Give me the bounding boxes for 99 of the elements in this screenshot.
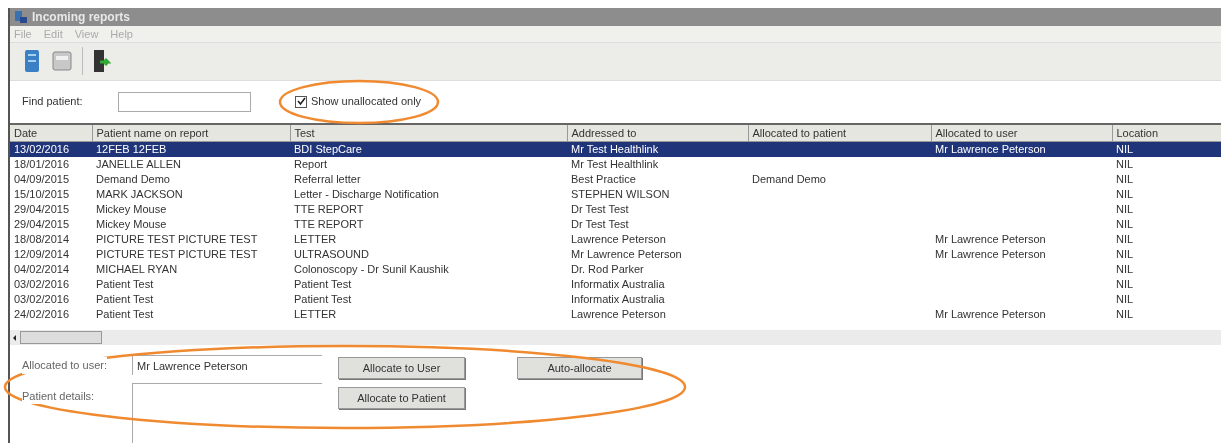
table-row[interactable]: 03/02/2016 Patient Test Patient Test Informatix Australia NIL (10, 277, 1221, 293)
table-cell: Dr. Rod Parker (571, 263, 644, 276)
table-cell: Mr Lawrence Peterson (935, 233, 1046, 246)
column-header[interactable]: Addressed to (567, 124, 748, 142)
table-cell: NIL (1116, 263, 1134, 276)
server-icon[interactable] (22, 48, 42, 75)
table-row[interactable]: 03/02/2016 Patient Test Patient Test Informatix Australia NIL (10, 292, 1221, 308)
table-cell: LETTER (294, 233, 337, 246)
table-cell: PICTURE TEST PICTURE TEST (96, 248, 258, 261)
table-cell: 13/02/2016 (14, 143, 70, 156)
table-row[interactable]: 29/04/2015 Mickey Mouse TTE REPORT Dr Test Test NIL (10, 202, 1221, 218)
table-cell: Letter - Discharge Notification (294, 188, 439, 201)
table-cell: Dr Test Test (571, 218, 629, 231)
table-row[interactable]: 29/04/2015 Mickey Mouse TTE REPORT Dr Test Test NIL (10, 217, 1221, 233)
column-header[interactable]: Test (290, 124, 567, 142)
table-cell: Colonoscopy - Dr Sunil Kaushik (294, 263, 449, 276)
table-cell: 04/02/2014 (14, 263, 70, 276)
table-row[interactable]: 18/01/2016 JANELLE ALLEN Report Mr Test Healthlink NIL (10, 157, 1221, 173)
table-cell: Patient Test (96, 308, 154, 321)
scrollbar-thumb[interactable] (20, 331, 102, 345)
table-cell: 12FEB 12FEB (96, 143, 167, 156)
column-header[interactable]: Allocated to patient (748, 124, 931, 142)
table-cell: NIL (1116, 293, 1134, 306)
table-cell: Report (294, 158, 328, 171)
table-cell: 03/02/2016 (14, 293, 70, 306)
table-cell: Informatix Australia (571, 293, 665, 306)
find-patient-label: Find patient: (22, 94, 84, 110)
table-cell: NIL (1116, 218, 1134, 231)
table-cell: NIL (1116, 158, 1134, 171)
table-cell: Lawrence Peterson (571, 233, 666, 246)
column-header[interactable]: Patient name on report (92, 124, 290, 142)
exit-door-icon[interactable] (91, 48, 111, 75)
table-cell: MICHAEL RYAN (96, 263, 178, 276)
table-cell: Referral letter (294, 173, 361, 186)
allocated-user-field[interactable]: Mr Lawrence Peterson (132, 355, 322, 375)
table-cell: BDI StepCare (294, 143, 362, 156)
table-cell: 24/02/2016 (14, 308, 70, 321)
auto-allocate-button[interactable]: Auto-allocate (517, 357, 642, 379)
allocate-to-user-button[interactable]: Allocate to User (338, 357, 465, 379)
table-cell: JANELLE ALLEN (96, 158, 181, 171)
table-cell: 03/02/2016 (14, 278, 70, 291)
table-cell: Dr Test Test (571, 203, 629, 216)
table-cell: Best Practice (571, 173, 636, 186)
column-header[interactable]: Location (1112, 124, 1221, 142)
table-cell: 18/08/2014 (14, 233, 70, 246)
table-cell: NIL (1116, 248, 1134, 261)
table-cell: 12/09/2014 (14, 248, 70, 261)
table-row[interactable]: 18/08/2014 PICTURE TEST PICTURE TEST LETTER Lawrence Peterson Mr Lawrence Peterson NIL (10, 232, 1221, 248)
table-cell: NIL (1116, 188, 1134, 201)
table-cell: Patient Test (294, 293, 352, 306)
patient-details-field[interactable] (132, 383, 322, 443)
checkbox-label: Show unallocated only (311, 94, 422, 110)
table-cell: Mr Lawrence Peterson (935, 143, 1046, 156)
table-cell: Patient Test (96, 293, 154, 306)
table-cell: LETTER (294, 308, 337, 321)
table-cell: NIL (1116, 308, 1134, 321)
table-cell: TTE REPORT (294, 203, 364, 216)
table-cell: 18/01/2016 (14, 158, 70, 171)
window-title: Incoming reports (32, 9, 130, 26)
allocated-to-user-label: Allocated to user: (22, 357, 107, 374)
table-row[interactable]: 24/02/2016 Patient Test LETTER Lawrence Peterson Mr Lawrence Peterson NIL (10, 307, 1221, 323)
table-cell: NIL (1116, 173, 1134, 186)
table-cell: ULTRASOUND (294, 248, 369, 261)
allocate-to-patient-button[interactable]: Allocate to Patient (338, 387, 465, 409)
checkbox[interactable] (295, 95, 307, 108)
column-header[interactable]: Allocated to user (931, 124, 1112, 142)
table-cell: Mr Lawrence Peterson (571, 248, 682, 261)
app-icon (14, 10, 28, 24)
table-cell: Mr Test Healthlink (571, 158, 659, 171)
table-cell: 15/10/2015 (14, 188, 70, 201)
table-cell: Mr Lawrence Peterson (935, 308, 1046, 321)
table-row[interactable]: 12/09/2014 PICTURE TEST PICTURE TEST ULTRASOUND Mr Lawrence Peterson Mr Lawrence Peterson NIL (10, 247, 1221, 263)
table-row[interactable]: 04/02/2014 MICHAEL RYAN Colonoscopy - Dr Sunil Kaushik Dr. Rod Parker NIL (10, 262, 1221, 278)
table-row[interactable]: 15/10/2015 MARK JACKSON Letter - Discharge Notification STEPHEN WILSON NIL (10, 187, 1221, 203)
table-cell: NIL (1116, 278, 1134, 291)
horizontal-scrollbar[interactable] (10, 330, 1221, 345)
table-cell: PICTURE TEST PICTURE TEST (96, 233, 258, 246)
table-cell: NIL (1116, 233, 1134, 246)
table-cell: Mickey Mouse (96, 203, 167, 216)
table-cell: NIL (1116, 143, 1134, 156)
table-cell: 29/04/2015 (14, 203, 70, 216)
table-cell: MARK JACKSON (96, 188, 183, 201)
table-cell: Mickey Mouse (96, 218, 167, 231)
table-cell: Demand Demo (96, 173, 170, 186)
table-cell: Patient Test (294, 278, 352, 291)
table-cell: Patient Test (96, 278, 154, 291)
table-cell: Mr Test Healthlink (571, 143, 659, 156)
table-row[interactable]: 04/09/2015 Demand Demo Referral letter Best Practice Demand Demo NIL (10, 172, 1221, 188)
table-cell: 29/04/2015 (14, 218, 70, 231)
table-cell: Lawrence Peterson (571, 308, 666, 321)
table-cell: TTE REPORT (294, 218, 364, 231)
table-cell: 04/09/2015 (14, 173, 70, 186)
table-cell: STEPHEN WILSON (571, 188, 670, 201)
table-cell: NIL (1116, 203, 1134, 216)
table-cell: Mr Lawrence Peterson (935, 248, 1046, 261)
table-cell: Demand Demo (752, 173, 826, 186)
find-patient-field[interactable] (118, 91, 251, 112)
column-header[interactable]: Date (10, 124, 92, 142)
table-cell: Informatix Australia (571, 278, 665, 291)
